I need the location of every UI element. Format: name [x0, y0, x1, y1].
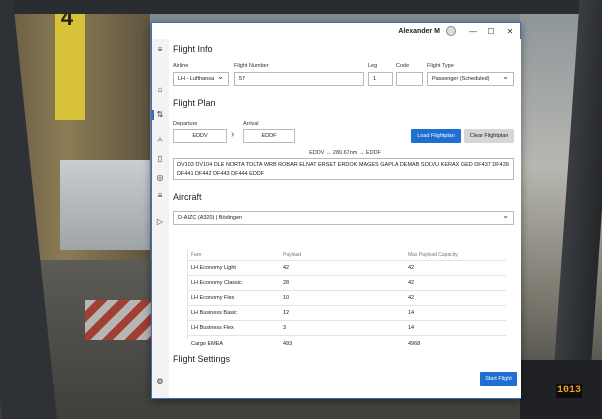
leg-label: Leg — [368, 63, 378, 69]
max-payload-cell: 42 — [408, 265, 415, 271]
globe-icon[interactable]: ◎ — [155, 173, 165, 183]
flight-type-select[interactable]: Passenger (Scheduled) — [427, 72, 514, 86]
close-button[interactable]: ✕ — [500, 27, 520, 36]
menu-icon[interactable]: ≡ — [155, 45, 165, 55]
list-icon[interactable]: ≡ — [155, 191, 165, 201]
airline-label: Airline — [173, 63, 189, 69]
table-row[interactable]: LH Business Basic 12 14 — [188, 306, 506, 321]
max-payload-cell: 14 — [408, 310, 415, 316]
table-row[interactable]: LH Economy Flex 10 42 — [188, 291, 506, 306]
departure-input[interactable]: EDDV — [173, 129, 227, 143]
code-input[interactable] — [396, 72, 423, 86]
sidebar: ≡ ⌂ ⇅ ⑃ ▯ ◎ ≡ ▷ ⚙ — [152, 39, 168, 398]
payload-cell[interactable]: 28 — [283, 280, 408, 286]
active-indicator — [152, 110, 154, 120]
fare-cell: LH Economy Classic — [191, 280, 242, 286]
checklist-icon[interactable]: ▯ — [155, 154, 165, 164]
aircraft-select[interactable]: D-AIZC (A320) | Bödingen — [173, 211, 514, 225]
fare-cell: LH Business Basic — [191, 310, 237, 316]
fare-cell: LH Economy Light — [191, 265, 236, 271]
max-payload-cell: 14 — [408, 325, 415, 331]
departure-label: Departure — [173, 121, 198, 127]
load-flightplan-button[interactable]: Load Flightplan — [411, 129, 461, 143]
clear-flightplan-button[interactable]: Clear Flightplan — [464, 129, 514, 143]
column-header-max-payload[interactable]: Max Payload Capacity — [408, 252, 506, 258]
home-icon[interactable]: ⌂ — [155, 85, 165, 95]
flight-type-label: Flight Type — [427, 63, 454, 69]
flight-number-input[interactable]: 57 — [234, 72, 364, 86]
table-row[interactable]: LH Economy Classic 28 42 — [188, 276, 506, 291]
start-flight-button[interactable]: Start Flight — [480, 372, 517, 386]
fare-cell: Cargo EMEA — [191, 340, 224, 347]
table-row[interactable]: Cargo EMEA 493 4968 — [188, 336, 506, 351]
title-bar: Alexander M — ☐ ✕ — [152, 23, 520, 39]
payload-cell[interactable]: 10 — [283, 295, 408, 301]
max-payload-cell: 4968 — [408, 340, 421, 347]
flight-plan-title: Flight Plan — [173, 98, 216, 108]
payload-table: Fare Payload Max Payload Capacity LH Eco… — [188, 249, 506, 351]
max-payload-cell: 42 — [408, 295, 415, 301]
main-content: Flight Info Airline LH - Lufthansa Fligh… — [169, 39, 521, 398]
column-header-fare[interactable]: Fare — [188, 252, 283, 258]
payload-cell[interactable]: 493 — [283, 341, 408, 347]
table-row[interactable]: LH Business Flex 3 14 — [188, 321, 506, 336]
table-header: Fare Payload Max Payload Capacity — [188, 249, 506, 261]
route-icon[interactable]: ⑃ — [155, 135, 165, 145]
aircraft-title: Aircraft — [173, 192, 202, 202]
flight-number-label: Flight Number — [234, 63, 269, 69]
cockpit-display: 1013 — [556, 384, 582, 398]
minimize-button[interactable]: — — [464, 27, 482, 36]
payload-cell[interactable]: 12 — [283, 310, 408, 316]
settings-icon[interactable]: ⚙ — [155, 377, 165, 387]
fare-cell: LH Business Flex — [191, 325, 234, 331]
route-string-input[interactable]: DV103 DV104 DLE NORTA TOLTA WRB ROBAR EL… — [173, 158, 514, 180]
airline-select[interactable]: LH - Lufthansa — [173, 72, 229, 86]
leg-input[interactable]: 1 — [368, 72, 393, 86]
flight-info-title: Flight Info — [173, 44, 213, 54]
arrow-right-icon: › — [231, 129, 235, 140]
column-header-payload[interactable]: Payload — [283, 252, 408, 258]
payload-cell[interactable]: 3 — [283, 325, 408, 331]
avatar[interactable] — [446, 26, 456, 36]
arrival-label: Arrival — [243, 121, 259, 127]
maximize-button[interactable]: ☐ — [482, 27, 500, 36]
user-name: Alexander M — [398, 27, 440, 35]
max-payload-cell: 42 — [408, 280, 415, 286]
arrival-input[interactable]: EDDF — [243, 129, 295, 143]
play-icon[interactable]: ▷ — [155, 217, 165, 227]
table-row[interactable]: LH Economy Light 42 42 — [188, 261, 506, 276]
flight-settings-title: Flight Settings — [173, 354, 231, 364]
code-label: Code — [396, 63, 410, 69]
app-window: Alexander M — ☐ ✕ ≡ ⌂ ⇅ ⑃ ▯ ◎ ≡ ▷ ⚙ Flig… — [151, 22, 521, 399]
fare-cell: LH Economy Flex — [191, 295, 235, 301]
payload-cell[interactable]: 42 — [283, 265, 408, 271]
flight-icon[interactable]: ⇅ — [155, 110, 165, 120]
route-summary: EDDV → 280.67nm → EDDF — [309, 150, 381, 156]
